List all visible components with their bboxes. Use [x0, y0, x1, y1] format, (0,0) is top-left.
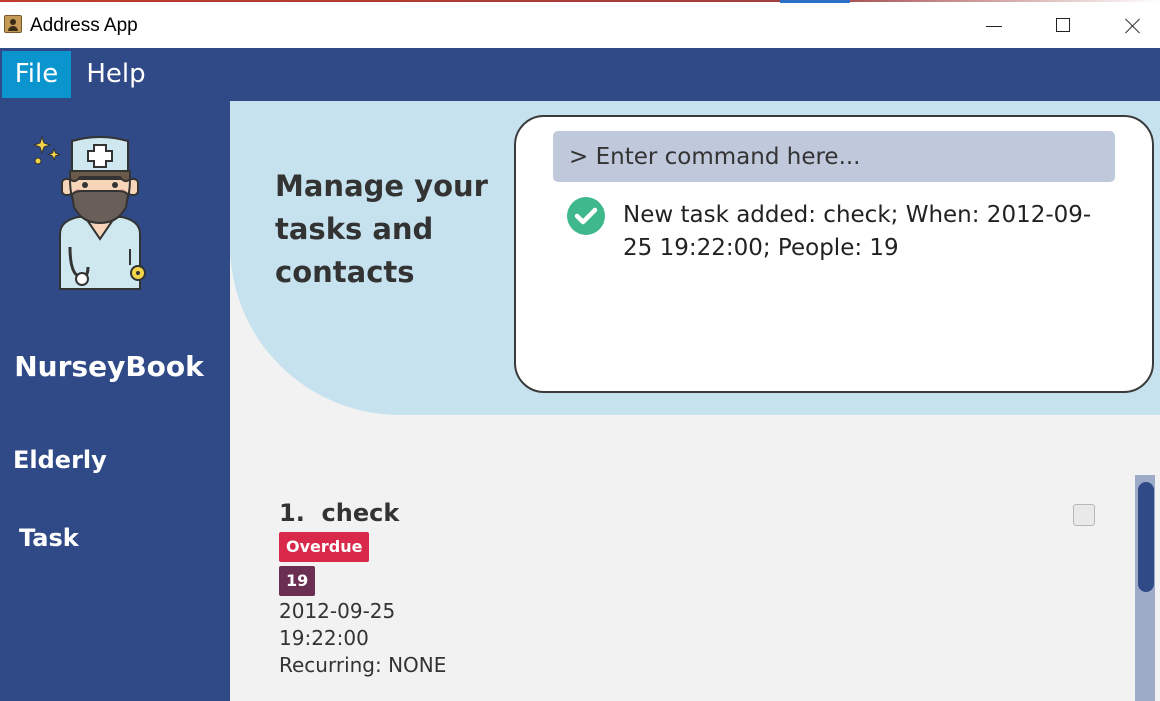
window-title: Address App [30, 15, 138, 36]
people-tag: 19 [279, 566, 316, 596]
task-date: 2012-09-25 [279, 599, 396, 623]
task-title: 1. check [279, 499, 399, 527]
menu-help[interactable]: Help [72, 51, 160, 98]
command-input[interactable] [553, 131, 1115, 182]
tagline: Manage your tasks and contacts [275, 169, 488, 289]
menu-bar: File Help [0, 48, 1160, 101]
scrollbar-thumb[interactable] [1138, 482, 1154, 592]
task-recurring: Recurring: NONE [279, 653, 447, 677]
task-name: check [321, 499, 400, 527]
maximize-button[interactable] [1029, 4, 1097, 48]
task-card[interactable]: 1. check Overdue 19 2012-09-25 19:22:00 … [279, 499, 1109, 679]
command-box: New task added: check; When: 2012-09-25 … [514, 115, 1154, 393]
overdue-badge: Overdue [279, 532, 370, 562]
check-circle-icon [567, 197, 605, 235]
task-time: 19:22:00 [279, 626, 369, 650]
minimize-button[interactable] [960, 4, 1028, 48]
sidebar-item-elderly[interactable]: Elderly [13, 446, 107, 474]
title-bar: Address App [0, 4, 1160, 48]
task-index: 1. [279, 499, 305, 527]
hero-banner: Manage your tasks and contacts New task … [230, 101, 1160, 415]
maximize-icon [1056, 18, 1070, 32]
close-button[interactable] [1098, 4, 1160, 48]
result-message: New task added: check; When: 2012-09-25 … [623, 202, 1092, 261]
address-book-icon [4, 15, 22, 33]
menu-file[interactable]: File [2, 51, 71, 98]
sidebar: NurseyBook Elderly Task [0, 101, 230, 701]
minimize-icon [986, 26, 1002, 27]
app-brand: NurseyBook [14, 350, 204, 383]
task-done-checkbox[interactable] [1073, 504, 1095, 526]
main-panel: Manage your tasks and contacts New task … [230, 101, 1160, 701]
nurse-avatar-icon [32, 135, 146, 290]
sidebar-item-task[interactable]: Task [19, 524, 79, 552]
